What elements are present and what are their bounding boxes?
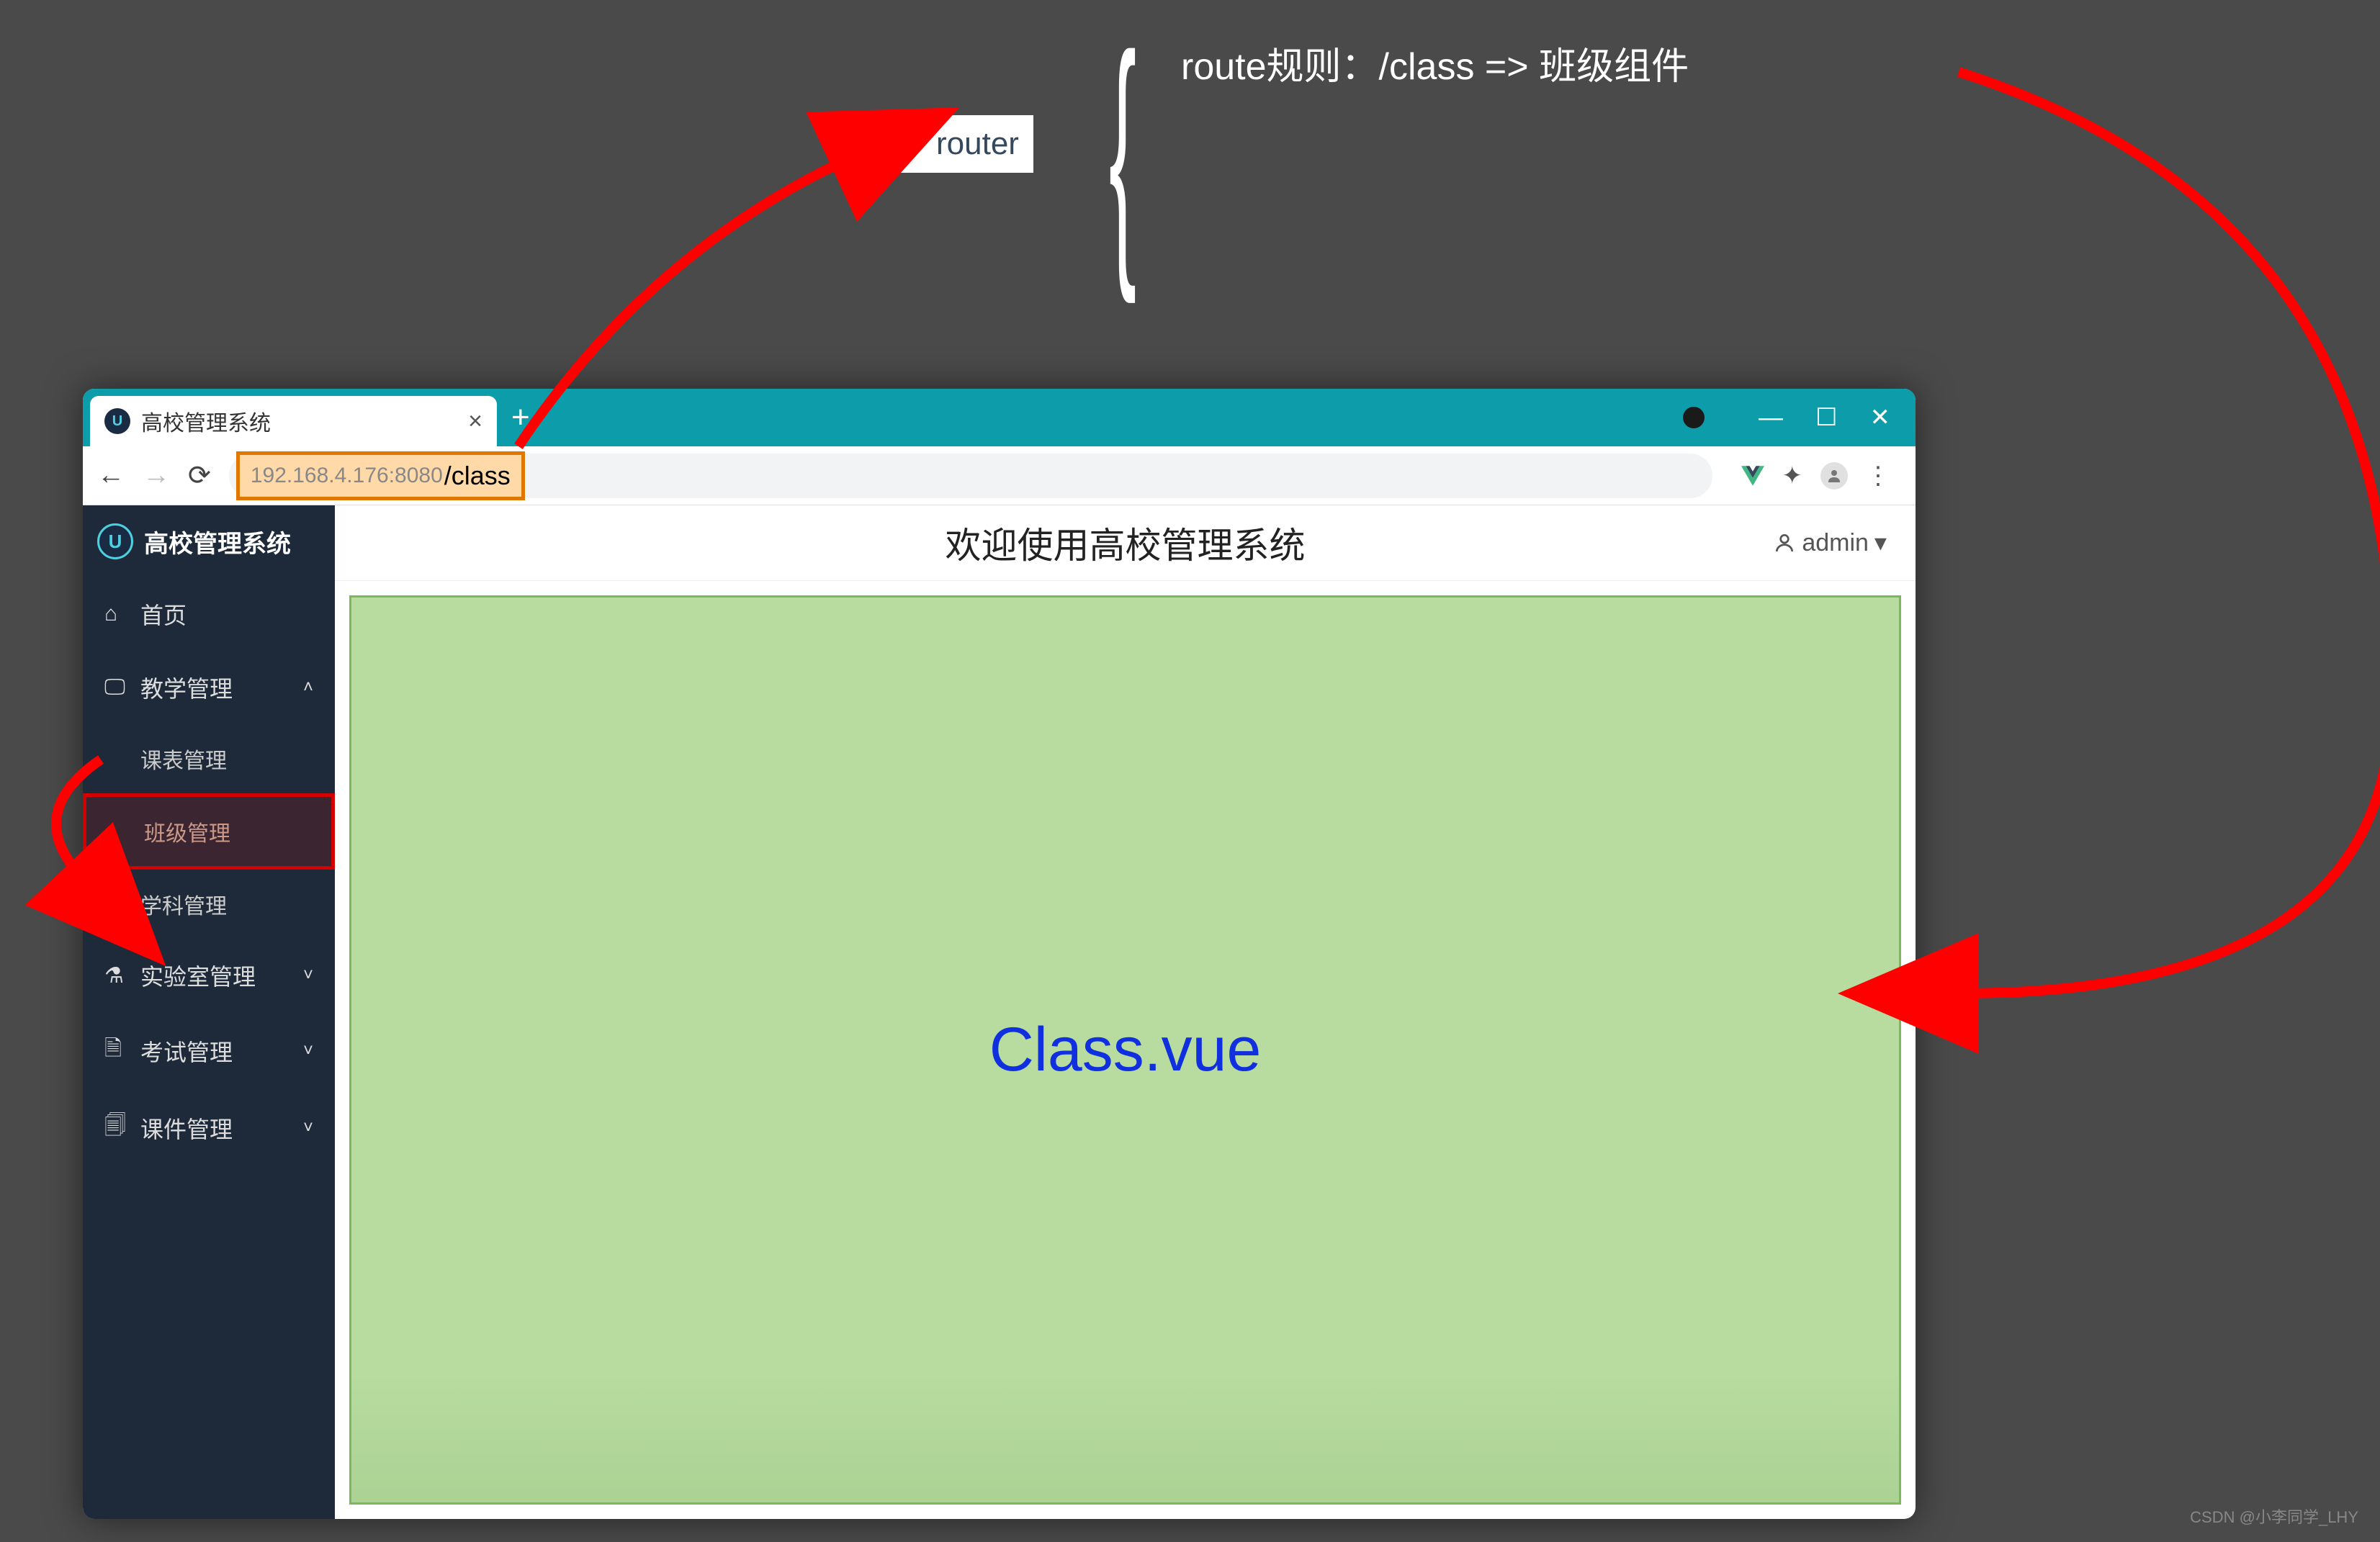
browser-tab[interactable]: U 高校管理系统 × bbox=[90, 396, 497, 446]
url-path: /class bbox=[444, 461, 511, 491]
close-icon[interactable]: ✕ bbox=[1870, 403, 1891, 432]
reload-icon[interactable]: ⟳ bbox=[188, 459, 211, 492]
sidebar-label: 课件管理 bbox=[140, 1112, 233, 1145]
caret-down-icon: ▾ bbox=[1874, 528, 1887, 557]
sidebar-logo: U 高校管理系统 bbox=[83, 505, 335, 577]
main-area: 欢迎使用高校管理系统 admin ▾ Class.vue bbox=[335, 505, 1916, 1519]
user-name: admin bbox=[1802, 529, 1869, 557]
titlebar: U 高校管理系统 × + — ☐ ✕ bbox=[83, 389, 1916, 446]
app-header: 欢迎使用高校管理系统 admin ▾ bbox=[335, 505, 1916, 581]
user-icon bbox=[1773, 531, 1796, 554]
tab-title: 高校管理系统 bbox=[141, 405, 457, 437]
page-title: 欢迎使用高校管理系统 bbox=[946, 517, 1306, 569]
chevron-down-icon: ˅ bbox=[303, 1118, 313, 1138]
dashboard-icon: ⌂ bbox=[104, 602, 127, 626]
tab-close-icon[interactable]: × bbox=[468, 407, 482, 436]
forward-icon[interactable]: → bbox=[143, 460, 170, 491]
new-tab-button[interactable]: + bbox=[497, 389, 544, 446]
sidebar-item-lab[interactable]: ⚗ 实验室管理 ˅ bbox=[83, 939, 335, 1012]
monitor-icon: 🖵 bbox=[104, 675, 127, 700]
incognito-icon bbox=[1683, 407, 1705, 428]
flask-icon: ⚗ bbox=[104, 963, 127, 988]
router-label: router bbox=[936, 126, 1019, 162]
brace-icon: { bbox=[1109, 29, 1136, 275]
url-input[interactable]: 192.168.4.176:8080 /class bbox=[229, 454, 1712, 498]
file-icon: 🗐 bbox=[104, 1109, 127, 1146]
router-view: Class.vue bbox=[349, 595, 1901, 1505]
vue-router-box: router bbox=[871, 115, 1033, 173]
route-rule-text: route规则：/class => 班级组件 bbox=[1181, 36, 1689, 90]
url-highlight: 192.168.4.176:8080 /class bbox=[236, 451, 525, 500]
chevron-down-icon: ˅ bbox=[303, 1041, 313, 1061]
sidebar-label: 实验室管理 bbox=[140, 959, 256, 992]
app-root: U 高校管理系统 ⌂ 首页 🖵 教学管理 ˄ 课表管理 班级管理 学科管理 bbox=[83, 505, 1916, 1519]
watermark: CSDN @小李同学_LHY bbox=[2190, 1505, 2358, 1528]
url-ip: 192.168.4.176:8080 bbox=[251, 464, 443, 488]
clipboard-icon: 🗎 bbox=[104, 1032, 127, 1069]
chevron-up-icon: ˄ bbox=[303, 677, 313, 698]
sidebar-item-teaching[interactable]: 🖵 教学管理 ˄ bbox=[83, 651, 335, 724]
sidebar: U 高校管理系统 ⌂ 首页 🖵 教学管理 ˄ 课表管理 班级管理 学科管理 bbox=[83, 505, 335, 1519]
sidebar-label: 课表管理 bbox=[140, 749, 227, 773]
sidebar-item-courseware[interactable]: 🗐 课件管理 ˅ bbox=[83, 1089, 335, 1166]
app-name: 高校管理系统 bbox=[144, 524, 291, 559]
sidebar-subitem-subject[interactable]: 学科管理 bbox=[83, 870, 335, 939]
sidebar-item-home[interactable]: ⌂ 首页 bbox=[83, 577, 335, 651]
address-icons: ✦ ⋮ bbox=[1730, 461, 1902, 490]
browser-window: U 高校管理系统 × + — ☐ ✕ ← → ⟳ 192.168.4.176:8… bbox=[83, 389, 1916, 1519]
sidebar-subitem-schedule[interactable]: 课表管理 bbox=[83, 724, 335, 793]
maximize-icon[interactable]: ☐ bbox=[1815, 403, 1837, 432]
menu-icon[interactable]: ⋮ bbox=[1866, 461, 1890, 490]
sidebar-label: 班级管理 bbox=[144, 822, 230, 846]
user-menu[interactable]: admin ▾ bbox=[1773, 528, 1887, 557]
sidebar-label: 首页 bbox=[140, 598, 187, 631]
sidebar-label: 学科管理 bbox=[140, 895, 227, 919]
window-controls: — ☐ ✕ bbox=[1683, 389, 1916, 446]
sidebar-label: 教学管理 bbox=[140, 671, 233, 704]
vue-devtools-icon[interactable] bbox=[1741, 466, 1764, 486]
app-logo-icon: U bbox=[97, 523, 133, 559]
component-label: Class.vue bbox=[989, 1014, 1262, 1086]
sidebar-label: 考试管理 bbox=[140, 1034, 233, 1068]
sidebar-subitem-class[interactable]: 班级管理 bbox=[83, 793, 335, 870]
chevron-down-icon: ˅ bbox=[303, 965, 313, 986]
back-icon[interactable]: ← bbox=[97, 460, 125, 491]
tab-favicon-icon: U bbox=[104, 408, 130, 434]
minimize-icon[interactable]: — bbox=[1759, 404, 1783, 432]
vue-logo-icon bbox=[879, 122, 929, 166]
profile-avatar-icon[interactable] bbox=[1820, 462, 1848, 490]
sidebar-item-exam[interactable]: 🗎 考试管理 ˅ bbox=[83, 1012, 335, 1089]
extensions-icon[interactable]: ✦ bbox=[1782, 461, 1803, 490]
address-bar: ← → ⟳ 192.168.4.176:8080 /class ✦ ⋮ bbox=[83, 446, 1916, 505]
